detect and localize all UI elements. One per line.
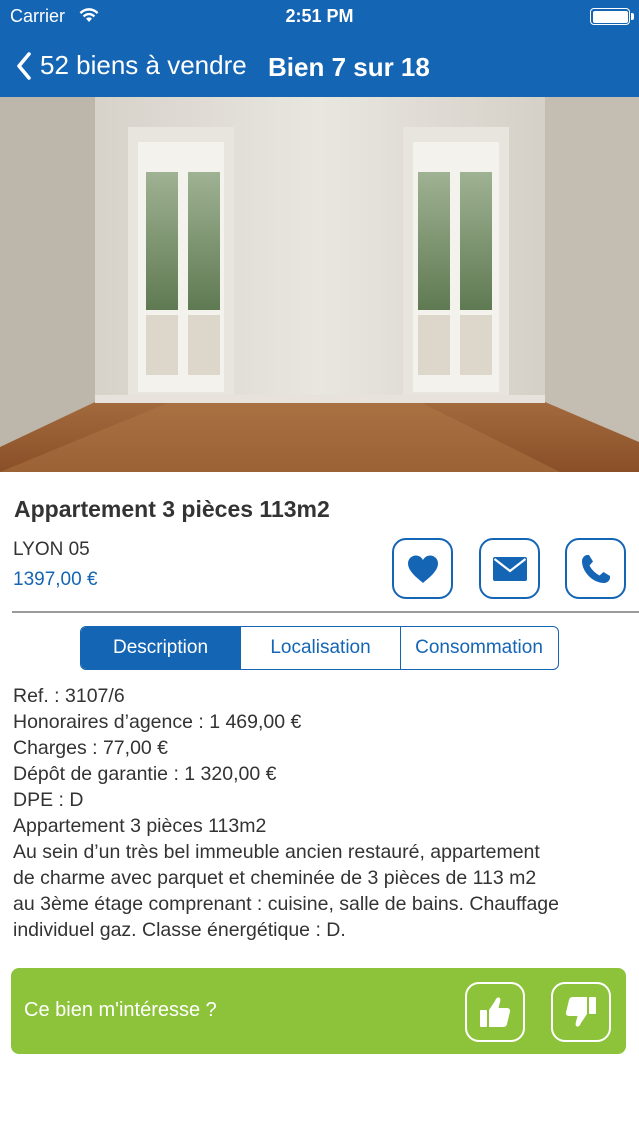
like-button[interactable] [465,982,525,1042]
description-line: DPE : D [13,789,84,811]
description-text: Ref. : 3107/6 Honoraires d’agence : 1 46… [13,683,633,943]
description-line: Appartement 3 pièces 113m2 [13,815,267,837]
heart-icon [407,555,438,583]
navigation-bar: 52 biens à vendre Bien 7 sur 18 [0,44,639,88]
interest-banner: Ce bien m'intéresse ? [11,968,626,1054]
description-line: Ref. : 3107/6 [13,685,125,707]
status-bar: Carrier 2:51 PM [0,0,639,32]
page-title: Bien 7 sur 18 [268,52,430,82]
call-button[interactable] [565,538,626,599]
tab-bar: Description Localisation Consommation [80,626,559,670]
envelope-icon [492,556,527,581]
chevron-left-icon [17,51,31,80]
clock: 2:51 PM [285,6,354,26]
back-label: 52 biens à vendre [40,50,247,80]
divider [12,611,639,613]
property-photo[interactable] [0,97,639,472]
description-line: Dépôt de garantie : 1 320,00 € [13,763,277,785]
description-line: Au sein d’un très bel immeuble ancien re… [13,841,540,863]
phone-icon [581,554,610,583]
tab-localisation[interactable]: Localisation [240,627,400,669]
room-illustration [0,97,639,472]
description-line: Charges : 77,00 € [13,737,169,759]
description-line: au 3ème étage comprenant : cuisine, sall… [13,893,559,915]
back-button[interactable]: 52 biens à vendre [16,50,247,81]
description-line: individuel gaz. Classe énergétique : D. [13,919,346,941]
email-button[interactable] [479,538,540,599]
description-line: Honoraires d’agence : 1 469,00 € [13,711,302,733]
header: Carrier 2:51 PM 52 biens à vendre Bien 7… [0,0,639,97]
interest-label: Ce bien m'intéresse ? [24,999,217,1021]
listing-price: 1397,00 € [13,569,98,590]
listing-title: Appartement 3 pièces 113m2 [14,496,330,522]
thumbs-down-icon [565,997,596,1027]
listing-city: LYON 05 [13,539,90,560]
battery-icon [590,8,634,25]
thumbs-up-icon [480,997,511,1027]
tab-description[interactable]: Description [81,627,240,669]
favorite-button[interactable] [392,538,453,599]
description-line: de charme avec parquet et cheminée de 3 … [13,867,537,889]
dislike-button[interactable] [551,982,611,1042]
tab-consommation[interactable]: Consommation [400,627,557,669]
